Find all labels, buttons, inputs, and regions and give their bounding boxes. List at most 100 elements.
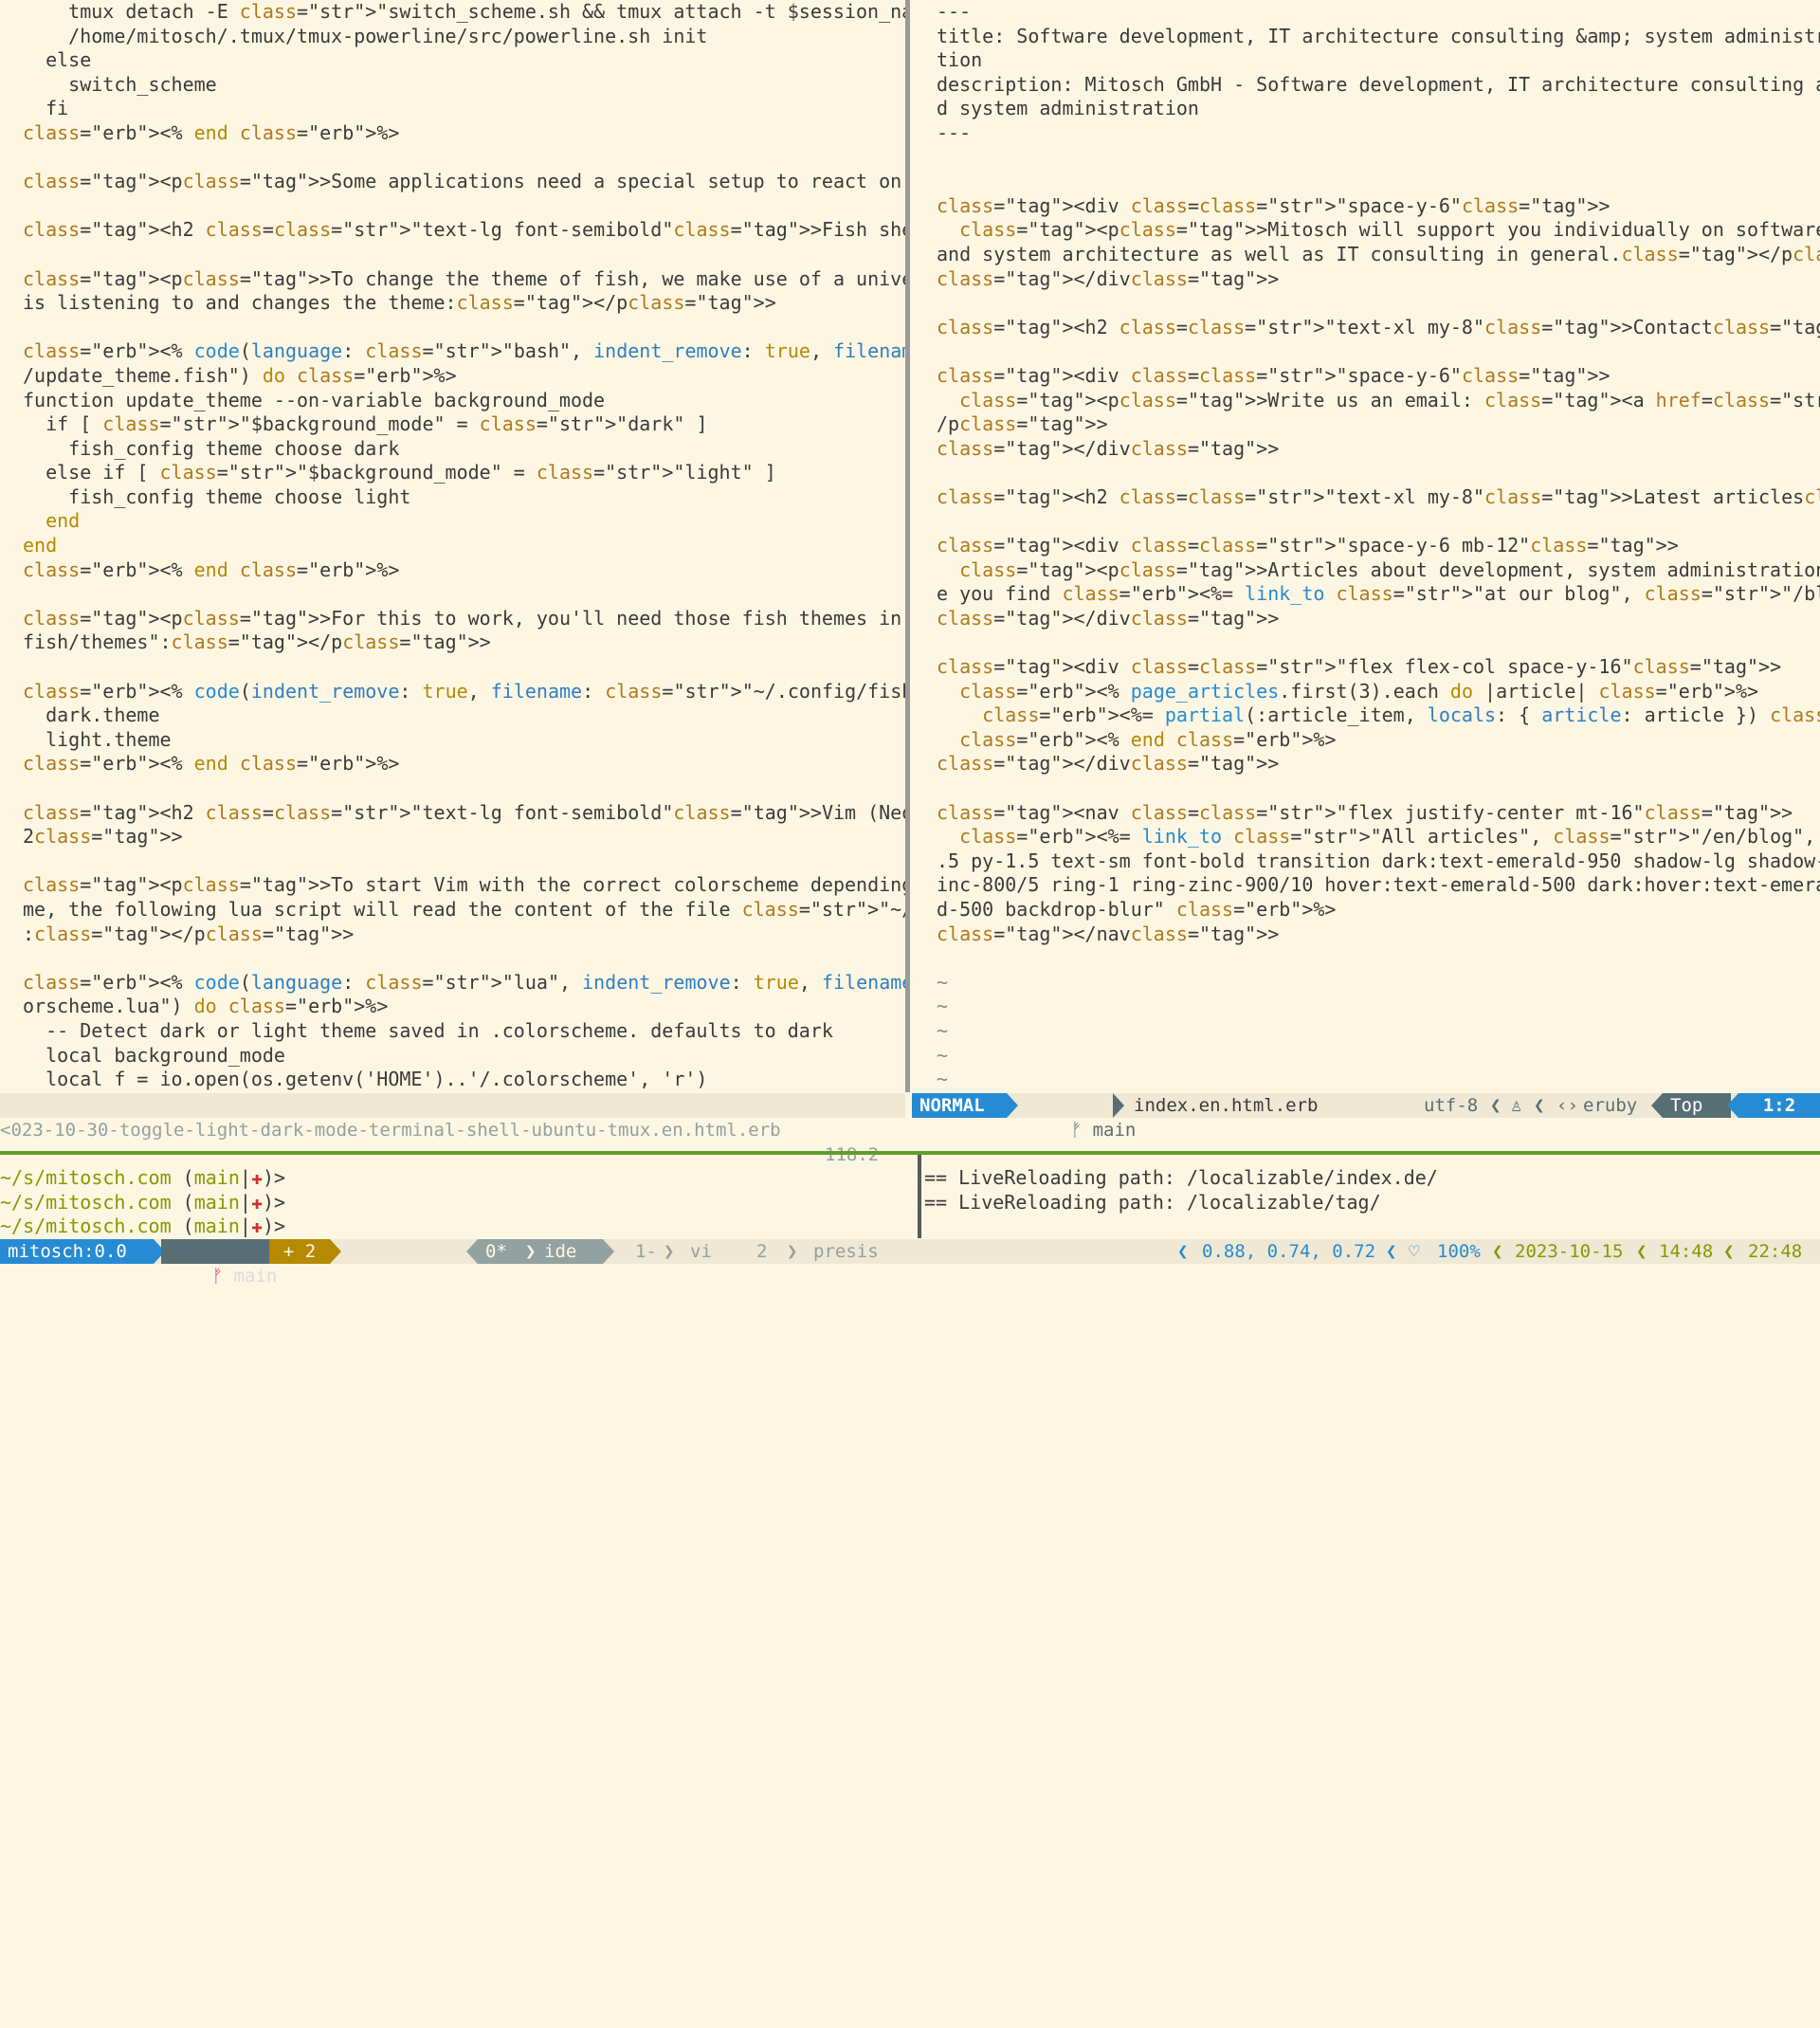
code-line[interactable]: tion bbox=[937, 48, 1820, 73]
code-line[interactable]: class="tag"><h2 class=class="str">"text-… bbox=[937, 316, 1820, 340]
code-line[interactable]: --- bbox=[937, 0, 1820, 25]
code-line[interactable]: else if [ class="str">"$background_mode"… bbox=[23, 461, 905, 485]
code-line[interactable]: end bbox=[23, 534, 905, 558]
shell-prompt[interactable]: ~/s/mitosch.com (main|✚)> bbox=[0, 1191, 918, 1215]
code-line[interactable] bbox=[23, 582, 905, 607]
vim-command-line[interactable] bbox=[0, 1119, 1820, 1143]
code-line[interactable]: class="tag"></divclass="tag">> bbox=[937, 267, 1820, 292]
code-line[interactable]: local f = io.open(os.getenv('HOME')..'/.… bbox=[23, 1068, 905, 1092]
code-line[interactable]: class="tag"><pclass="tag">>Write us an e… bbox=[937, 389, 1820, 413]
code-line[interactable]: class="tag"><pclass="tag">>For this to w… bbox=[23, 607, 905, 631]
code-line[interactable] bbox=[937, 461, 1820, 485]
code-line[interactable] bbox=[23, 946, 905, 971]
fish-shell-prompts[interactable]: ~/s/mitosch.com (main|✚)> ~/s/mitosch.com… bbox=[0, 1166, 918, 1238]
code-line[interactable]: orscheme.lua") do class="erb">%> bbox=[23, 995, 905, 1019]
code-line[interactable]: /pclass="tag">> bbox=[937, 412, 1820, 437]
code-line[interactable]: fish/themes":class="tag"></pclass="tag">… bbox=[23, 630, 905, 655]
code-line[interactable]: --- bbox=[937, 121, 1820, 146]
code-line[interactable]: dark.theme bbox=[23, 703, 905, 728]
window-active-name[interactable]: ide bbox=[537, 1239, 603, 1264]
code-line[interactable] bbox=[937, 946, 1820, 971]
code-line[interactable]: end bbox=[23, 509, 905, 534]
code-line[interactable]: tmux detach -E class="str">"switch_schem… bbox=[23, 0, 905, 25]
code-line[interactable]: title: Software development, IT architec… bbox=[937, 25, 1820, 49]
code-line[interactable] bbox=[937, 630, 1820, 655]
code-line[interactable]: function update_theme --on-variable back… bbox=[23, 389, 905, 413]
code-line[interactable]: 2class="tag">> bbox=[23, 825, 905, 850]
tmux-session[interactable]: mitosch:0.0 bbox=[0, 1239, 154, 1264]
code-line[interactable]: ~ bbox=[937, 971, 1820, 996]
code-line[interactable]: class="tag"></divclass="tag">> bbox=[937, 437, 1820, 462]
code-line[interactable]: d-500 backdrop-blur" class="erb">%> bbox=[937, 898, 1820, 923]
window-active-index[interactable]: 0* bbox=[478, 1239, 527, 1264]
code-line[interactable]: class="tag"><h2 class=class="str">"text-… bbox=[23, 801, 905, 826]
code-line[interactable]: ~ bbox=[937, 1068, 1820, 1092]
code-line[interactable]: class="erb"><% end class="erb">%> bbox=[23, 558, 905, 583]
code-line[interactable]: me, the following lua script will read t… bbox=[23, 898, 905, 923]
code-line[interactable]: class="tag"><div class=class="str">"spac… bbox=[937, 364, 1820, 389]
code-line[interactable]: .5 py-1.5 text-sm font-bold transition d… bbox=[937, 850, 1820, 874]
code-line[interactable]: light.theme bbox=[23, 728, 905, 753]
code-line[interactable]: e you find class="erb"><%= link_to class… bbox=[937, 582, 1820, 607]
code-line[interactable] bbox=[23, 243, 905, 267]
code-line[interactable] bbox=[23, 655, 905, 680]
code-line[interactable]: ~ bbox=[937, 1044, 1820, 1069]
code-line[interactable] bbox=[937, 509, 1820, 534]
code-line[interactable]: /home/mitosch/.tmux/tmux-powerline/src/p… bbox=[23, 25, 905, 49]
code-line[interactable]: class="tag"><pclass="tag">>To change the… bbox=[23, 267, 905, 292]
window-2-index[interactable]: 2 bbox=[749, 1239, 774, 1264]
code-line[interactable] bbox=[937, 339, 1820, 364]
code-line[interactable]: class="erb"><% end class="erb">%> bbox=[23, 121, 905, 146]
right-editor-pane[interactable]: --- title: Software development, IT archi… bbox=[910, 0, 1820, 1092]
code-line[interactable]: description: Mitosch GmbH - Software dev… bbox=[937, 73, 1820, 98]
code-line[interactable]: class="tag"><pclass="tag">>Articles abou… bbox=[937, 558, 1820, 583]
terminal-left-pane[interactable]: ~/s/mitosch.com (main|✚)> ~/s/mitosch.com… bbox=[0, 1166, 918, 1238]
terminal-right-pane[interactable]: == LiveReloading path: /localizable/inde… bbox=[924, 1166, 1820, 1238]
code-line[interactable]: fi bbox=[23, 97, 905, 121]
code-line[interactable] bbox=[23, 194, 905, 219]
window-2-name[interactable]: presis bbox=[806, 1239, 886, 1264]
code-line[interactable]: d system administration bbox=[937, 97, 1820, 121]
shell-prompt[interactable]: ~/s/mitosch.com (main|✚)> bbox=[0, 1166, 918, 1191]
code-line[interactable]: class="erb"><% page_articles.first(3).ea… bbox=[937, 680, 1820, 704]
left-editor-text[interactable]: tmux detach -E class="str">"switch_schem… bbox=[0, 0, 905, 1092]
shell-prompt[interactable]: ~/s/mitosch.com (main|✚)> bbox=[0, 1215, 918, 1238]
code-line[interactable] bbox=[23, 776, 905, 801]
code-line[interactable]: /update_theme.fish") do class="erb">%> bbox=[23, 364, 905, 389]
code-line[interactable]: class="erb"><%= partial(:article_item, l… bbox=[937, 703, 1820, 728]
code-line[interactable]: inc-800/5 ring-1 ring-zinc-900/10 hover:… bbox=[937, 873, 1820, 898]
code-line[interactable]: class="tag"><h2 class=class="str">"text-… bbox=[23, 218, 905, 243]
code-line[interactable]: fish_config theme choose dark bbox=[23, 437, 905, 462]
code-line[interactable]: ~ bbox=[937, 995, 1820, 1019]
code-line[interactable]: :class="tag"></pclass="tag">> bbox=[23, 923, 905, 947]
code-line[interactable]: local background_mode bbox=[23, 1044, 905, 1069]
code-line[interactable]: class="erb"><% end class="erb">%> bbox=[23, 752, 905, 776]
code-line[interactable] bbox=[937, 776, 1820, 801]
window-1-index[interactable]: 1- bbox=[628, 1239, 664, 1264]
code-line[interactable]: switch_scheme bbox=[23, 73, 905, 98]
code-line[interactable]: class="erb"><% code(indent_remove: true,… bbox=[23, 680, 905, 704]
code-line[interactable] bbox=[23, 146, 905, 171]
code-line[interactable]: class="tag"><pclass="tag">>Some applicat… bbox=[23, 170, 905, 194]
code-line[interactable]: and system architecture as well as IT co… bbox=[937, 243, 1820, 267]
terminal-split-divider[interactable] bbox=[918, 1155, 921, 1238]
code-line[interactable]: is listening to and changes the theme:cl… bbox=[23, 291, 905, 316]
code-line[interactable]: else bbox=[23, 48, 905, 73]
left-editor-pane[interactable]: tmux detach -E class="str">"switch_schem… bbox=[0, 0, 905, 1092]
window-1-name[interactable]: vi bbox=[682, 1239, 719, 1264]
right-editor-text[interactable]: --- title: Software development, IT archi… bbox=[910, 0, 1820, 1092]
code-line[interactable]: fish_config theme choose light bbox=[23, 485, 905, 510]
code-line[interactable]: class="tag"><pclass="tag">>To start Vim … bbox=[23, 873, 905, 898]
code-line[interactable]: class="erb"><% code(language: class="str… bbox=[23, 339, 905, 364]
code-line[interactable]: class="erb"><% end class="erb">%> bbox=[937, 728, 1820, 753]
code-line[interactable]: class="tag"><pclass="tag">>Mitosch will … bbox=[937, 218, 1820, 243]
code-line[interactable]: class="tag"></navclass="tag">> bbox=[937, 923, 1820, 947]
code-line[interactable]: class="tag"></divclass="tag">> bbox=[937, 752, 1820, 776]
code-line[interactable]: class="erb"><% code(language: class="str… bbox=[23, 971, 905, 996]
code-line[interactable] bbox=[937, 291, 1820, 316]
code-line[interactable]: -- Detect dark or light theme saved in .… bbox=[23, 1019, 905, 1044]
code-line[interactable]: if [ class="str">"$background_mode" = cl… bbox=[23, 412, 905, 437]
code-line[interactable]: class="tag"><div class=class="str">"spac… bbox=[937, 194, 1820, 219]
code-line[interactable]: class="tag"><div class=class="str">"spac… bbox=[937, 534, 1820, 558]
code-line[interactable]: class="tag"><div class=class="str">"flex… bbox=[937, 655, 1820, 680]
